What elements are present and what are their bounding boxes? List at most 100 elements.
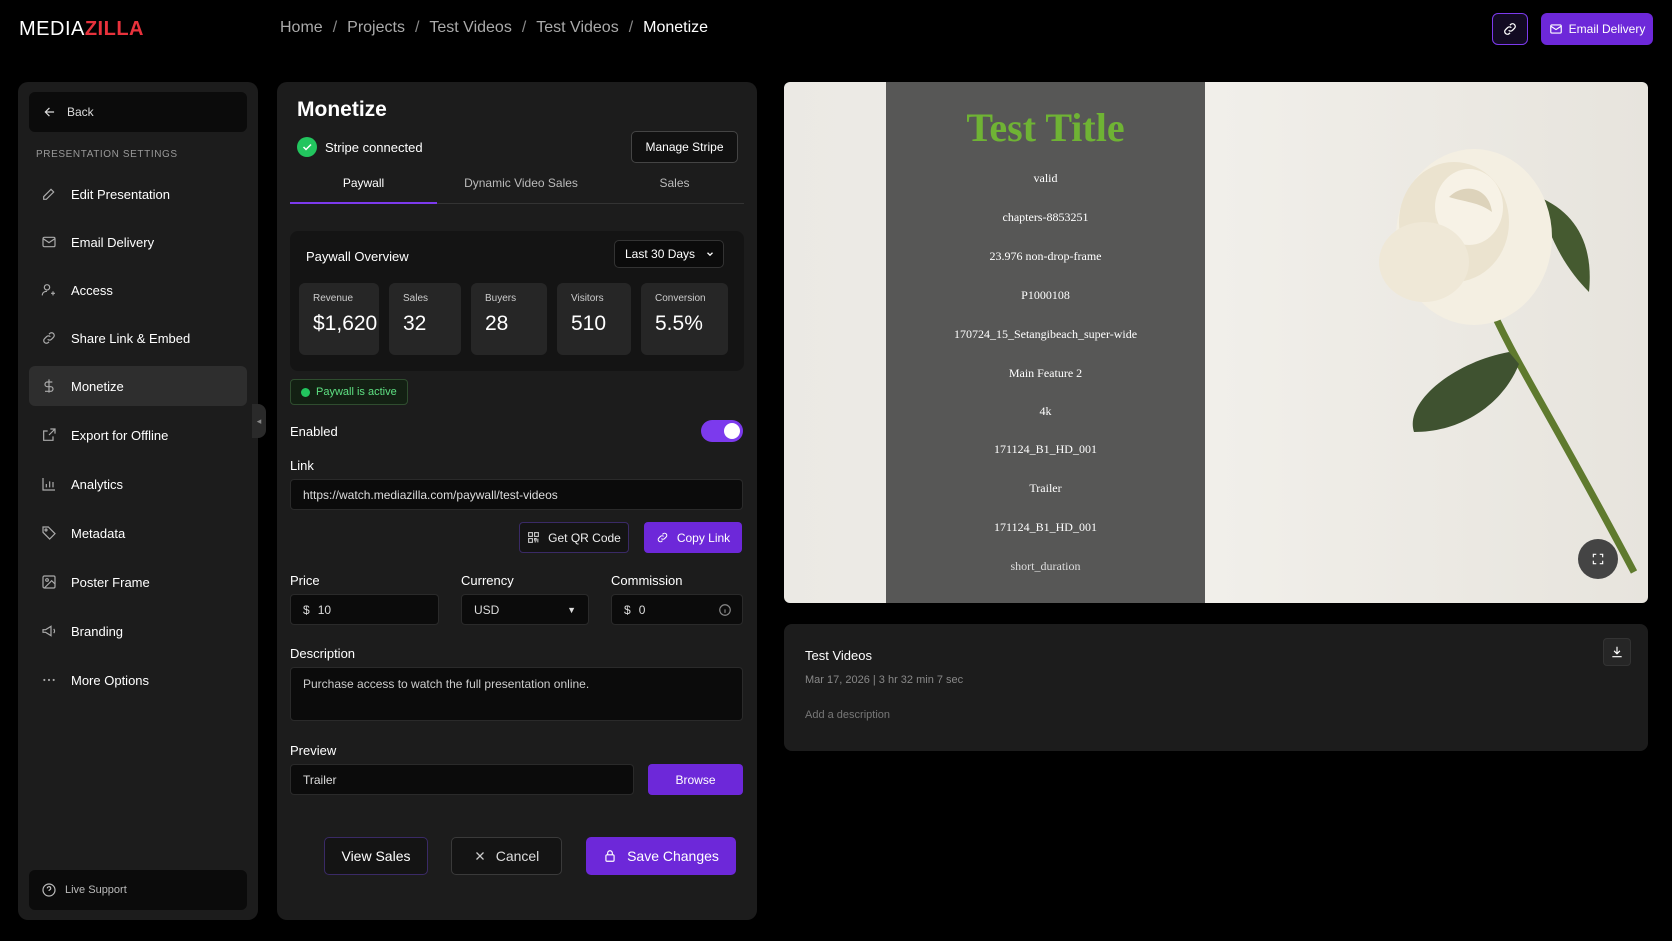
link-icon (43, 332, 55, 344)
chevron-left-icon: ◂ (256, 415, 262, 426)
breadcrumb-home[interactable]: Home (280, 19, 323, 37)
price-label: Price (290, 573, 320, 588)
commission-input[interactable]: $0 (611, 594, 743, 625)
sidebar-item-edit-presentation[interactable]: Edit Presentation (29, 174, 247, 214)
enabled-toggle[interactable] (701, 420, 743, 442)
video-preview[interactable]: Test Title valid chapters-8853251 23.976… (784, 82, 1648, 603)
preview-label: Preview (290, 743, 337, 758)
poster-line: Trailer (1029, 481, 1062, 495)
dollar-icon (44, 379, 54, 393)
link-icon (657, 532, 668, 543)
paywall-overview: Paywall Overview Last 30 Days Revenue $1… (290, 231, 744, 371)
video-meta: Mar 17, 2026 | 3 hr 32 min 7 sec (805, 674, 964, 686)
sidebar-item-export-offline[interactable]: Export for Offline (29, 415, 247, 455)
mail-icon (1549, 24, 1562, 34)
tab-sales[interactable]: Sales (605, 176, 744, 204)
lock-icon (605, 850, 615, 862)
more-icon (43, 678, 55, 682)
sidebar-item-share-link[interactable]: Share Link & Embed (29, 318, 247, 358)
copy-link-button-panel[interactable]: Copy Link (644, 522, 742, 553)
back-button[interactable]: Back (29, 92, 247, 132)
fullscreen-button[interactable] (1578, 539, 1618, 579)
stat-buyers: Buyers 28 (471, 283, 547, 355)
monetize-panel: Monetize Stripe connected Manage Stripe … (277, 82, 757, 920)
description-label: Description (290, 646, 356, 661)
page-title: Monetize (297, 98, 387, 121)
poster-line: valid (1033, 171, 1058, 185)
breadcrumb-test-videos-2[interactable]: Test Videos (536, 19, 618, 37)
poster-line: 171124_B1_HD_001 (994, 520, 1097, 534)
top-bar: MEDIAZILLA Home / Projects / Test Videos / … (0, 0, 1672, 58)
paywall-link-field[interactable]: https://watch.mediazilla.com/paywall/tes… (290, 479, 743, 510)
date-range-select[interactable]: Last 30 Days (614, 240, 724, 268)
collapse-sidebar-handle[interactable]: ◂ (252, 404, 266, 438)
sidebar-item-monetize[interactable]: Monetize (29, 366, 247, 406)
description-textarea[interactable]: Purchase access to watch the full presen… (290, 667, 743, 721)
chevron-down-icon (707, 252, 713, 257)
poster-frame: Test Title valid chapters-8853251 23.976… (886, 82, 1205, 603)
status-dot-icon (301, 387, 310, 397)
live-support-button[interactable]: Live Support (29, 870, 247, 910)
download-icon (1612, 646, 1622, 658)
overview-title: Paywall Overview (306, 249, 409, 264)
cancel-button[interactable]: Cancel (451, 837, 562, 875)
commission-label: Commission (611, 573, 683, 588)
sidebar-item-poster-frame[interactable]: Poster Frame (29, 562, 247, 602)
megaphone-icon (42, 625, 56, 637)
video-title: Test Videos (805, 648, 872, 663)
sidebar: Back PRESENTATION SETTINGS Edit Presenta… (18, 82, 258, 920)
sidebar-item-analytics[interactable]: Analytics (29, 464, 247, 504)
mediazilla-logo[interactable]: MEDIAZILLA (19, 18, 144, 41)
save-changes-button[interactable]: Save Changes (586, 837, 736, 875)
copy-link-button[interactable] (1492, 13, 1528, 45)
preview-field[interactable]: Trailer (290, 764, 634, 795)
breadcrumb-projects[interactable]: Projects (347, 19, 405, 37)
breadcrumb-test-videos-1[interactable]: Test Videos (429, 19, 511, 37)
email-delivery-button[interactable]: Email Delivery (1541, 13, 1653, 45)
stat-sales: Sales 32 (389, 283, 461, 355)
currency-select[interactable]: USD ▼ (461, 594, 589, 625)
info-icon (719, 603, 731, 616)
sidebar-item-email-delivery[interactable]: Email Delivery (29, 222, 247, 262)
browse-button[interactable]: Browse (648, 764, 743, 795)
rose-image (1379, 149, 1638, 574)
poster-line: 170724_15_Setangibeach_super-wide (953, 327, 1138, 341)
enabled-label: Enabled (290, 424, 338, 439)
poster-line: Main Feature 2 (1008, 366, 1083, 380)
check-circle-icon (297, 137, 317, 157)
paywall-status-badge: Paywall is active (290, 379, 408, 405)
user-key-icon (41, 284, 55, 296)
poster-line: 23.976 non-drop-frame (989, 249, 1102, 263)
breadcrumb: Home / Projects / Test Videos / Test Videos… (280, 19, 709, 37)
manage-stripe-button[interactable]: Manage Stripe (631, 131, 738, 163)
expand-icon (1592, 553, 1604, 565)
sidebar-item-more-options[interactable]: More Options (29, 660, 247, 700)
sidebar-item-branding[interactable]: Branding (29, 611, 247, 651)
monetize-tabs: Paywall Dynamic Video Sales Sales (290, 176, 744, 204)
sidebar-item-metadata[interactable]: Metadata (29, 513, 247, 553)
link-icon (1504, 23, 1516, 35)
tag-icon (42, 526, 56, 540)
tab-paywall[interactable]: Paywall (290, 176, 437, 204)
poster-line: short_duration (1010, 559, 1081, 573)
stat-conversion: Conversion 5.5% (641, 283, 728, 355)
price-input[interactable]: $10 (290, 594, 439, 625)
close-icon (475, 852, 484, 860)
poster-line: 171124_B1_HD_001 (994, 442, 1097, 456)
sidebar-item-access[interactable]: Access (29, 270, 247, 310)
mail-icon (42, 236, 56, 248)
pencil-icon (43, 188, 55, 200)
breadcrumb-current: Monetize (643, 19, 709, 36)
sidebar-heading: PRESENTATION SETTINGS (36, 149, 178, 160)
stat-revenue: Revenue $1,620 (299, 283, 379, 355)
get-qr-code-button[interactable]: Get QR Code (519, 522, 629, 553)
help-circle-icon (42, 883, 56, 897)
caret-down-icon: ▼ (567, 604, 576, 615)
view-sales-button[interactable]: View Sales (324, 837, 428, 875)
link-label: Link (290, 458, 314, 473)
download-button[interactable] (1603, 638, 1631, 666)
tab-dynamic-video-sales[interactable]: Dynamic Video Sales (437, 176, 605, 204)
poster-line: chapters-8853251 (1002, 210, 1089, 224)
add-description-field[interactable]: Add a description (805, 709, 890, 721)
bar-chart-icon (42, 478, 55, 491)
